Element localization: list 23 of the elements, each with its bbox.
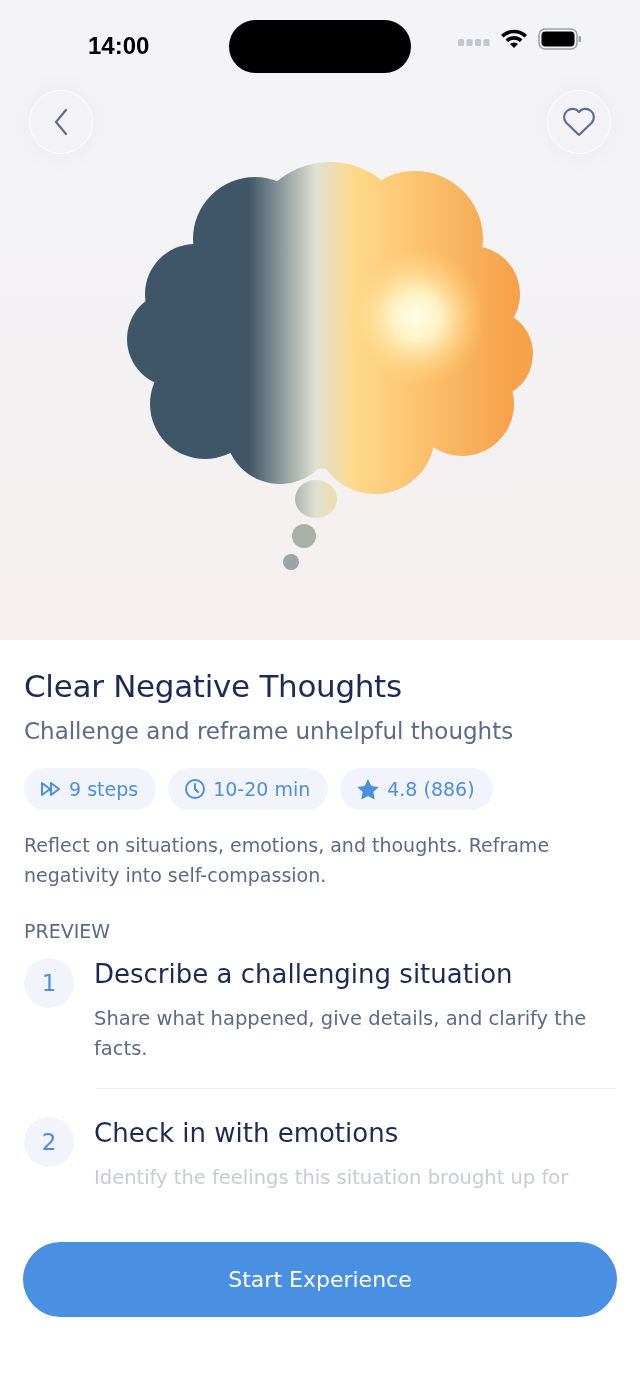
chip-label: 4.8 (886) (387, 778, 475, 800)
chevron-left-icon (53, 108, 69, 136)
experience-subtitle: Challenge and reframe unhelpful thoughts (24, 718, 515, 744)
fast-forward-icon (40, 781, 62, 797)
experience-description: Reflect on situations, emotions, and thoughts. Reframe negativity into self-compassion. (24, 833, 551, 888)
preview-heading: PREVIEW (24, 920, 112, 942)
step-title: Check in with emotions (94, 1117, 400, 1150)
step-description: Identify the feelings this situation brought up for (94, 1165, 570, 1191)
experience-title: Clear Negative Thoughts (24, 668, 403, 704)
status-time: 14:00 (88, 32, 150, 60)
clock-icon (184, 778, 207, 800)
heart-icon (562, 107, 596, 137)
chip-label: 10-20 min (213, 778, 311, 800)
battery-icon (538, 28, 582, 50)
step-number: 1 (24, 958, 74, 1008)
step-title: Describe a challenging situation (94, 958, 514, 991)
wifi-icon (500, 29, 528, 49)
step-number: 2 (24, 1117, 74, 1167)
chip-label: 9 steps (69, 778, 139, 800)
star-icon (356, 777, 381, 801)
start-experience-button[interactable]: Start Experience (23, 1242, 617, 1317)
step-description: Share what happened, give details, and clarify the facts. (94, 1006, 588, 1062)
signal-icon (458, 39, 490, 47)
